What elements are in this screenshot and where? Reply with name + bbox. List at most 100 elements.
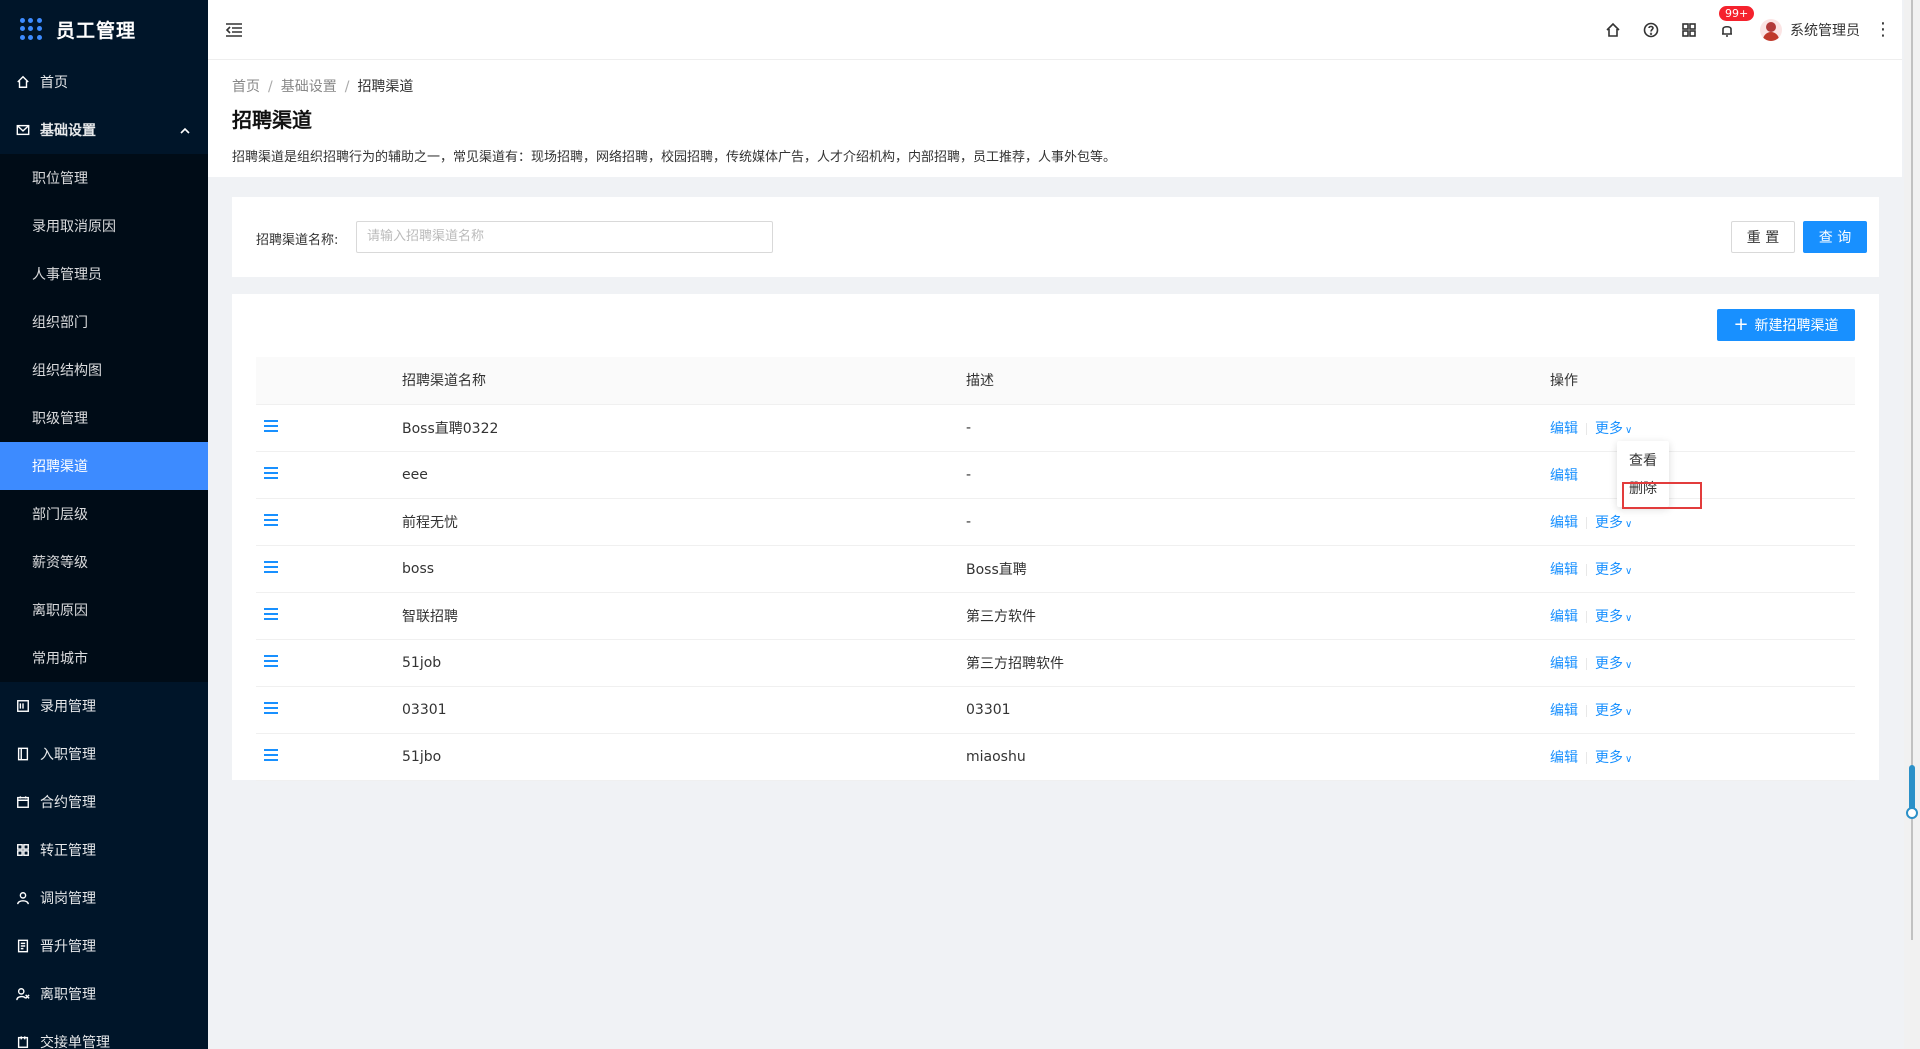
drag-column-header	[256, 357, 402, 405]
more-dropdown[interactable]: 更多 ∨	[1595, 609, 1632, 625]
channel-desc-cell: 第三方软件	[966, 592, 1550, 640]
drag-handle-icon[interactable]	[264, 748, 278, 761]
sidebar-item-org-chart[interactable]: 组织结构图	[0, 346, 208, 394]
sidebar-item-dept-level[interactable]: 部门层级	[0, 490, 208, 538]
more-vertical-icon[interactable]: ⋮	[1874, 21, 1892, 39]
edit-link[interactable]: 编辑	[1550, 515, 1578, 531]
home-icon	[16, 75, 30, 89]
drag-handle-icon[interactable]	[264, 513, 278, 526]
more-dropdown[interactable]: 更多 ∨	[1595, 656, 1632, 672]
menu-fold-icon[interactable]	[224, 20, 244, 40]
sidebar-item-position[interactable]: 职位管理	[0, 154, 208, 202]
sidebar-item-label: 离职管理	[40, 987, 96, 1003]
mail-icon	[16, 123, 30, 137]
edit-link[interactable]: 编辑	[1550, 468, 1578, 484]
drag-handle-icon[interactable]	[264, 654, 278, 667]
sidebar-item-transfer[interactable]: 调岗管理	[0, 874, 208, 922]
new-channel-button[interactable]: + 新建招聘渠道	[1717, 309, 1855, 341]
edit-link[interactable]: 编辑	[1550, 703, 1578, 719]
more-dropdown[interactable]: 更多 ∨	[1595, 421, 1632, 437]
page-header: 首页 / 基础设置 / 招聘渠道 招聘渠道 招聘渠道是组织招聘行为的辅助之一，常见渠道有…	[208, 60, 1902, 177]
query-button[interactable]: 查 询	[1803, 221, 1867, 253]
doc-icon	[16, 939, 30, 953]
basic-settings-submenu: 职位管理 录用取消原因 人事管理员 组织部门 组织结构图 职级管理 招聘渠道 部…	[0, 154, 208, 682]
more-dropdown[interactable]: 更多 ∨	[1595, 703, 1632, 719]
sidebar-item-salary-grade[interactable]: 薪资等级	[0, 538, 208, 586]
channel-desc-cell: -	[966, 451, 1550, 499]
highlight-box	[1622, 482, 1702, 509]
reset-button[interactable]: 重 置	[1731, 221, 1795, 253]
search-panel: 招聘渠道名称: 请输入招聘渠道名称 重 置 查 询	[232, 197, 1879, 277]
drag-handle-icon[interactable]	[264, 701, 278, 714]
edit-link[interactable]: 编辑	[1550, 656, 1578, 672]
breadcrumb: 首页 / 基础设置 / 招聘渠道	[232, 76, 413, 96]
user-menu[interactable]: 系统管理员 ⋮	[1760, 19, 1892, 41]
sidebar-item-rank[interactable]: 职级管理	[0, 394, 208, 442]
more-dropdown[interactable]: 更多 ∨	[1595, 515, 1632, 531]
table-row: boss Boss直聘 编辑 更多 ∨	[256, 545, 1855, 593]
actions-cell: 编辑 更多 ∨	[1550, 498, 1855, 546]
channel-desc-cell: 03301	[966, 686, 1550, 734]
breadcrumb-home[interactable]: 首页	[232, 79, 260, 95]
page-scrollbar[interactable]	[1904, 0, 1920, 1049]
chevron-down-icon: ∨	[1625, 565, 1633, 577]
sidebar-item-label: 调岗管理	[40, 891, 96, 907]
scrollbar-knob[interactable]	[1906, 807, 1918, 819]
actions-cell: 编辑 更多 ∨	[1550, 686, 1855, 734]
drag-handle-icon[interactable]	[264, 466, 278, 479]
sidebar-item-resignation[interactable]: 离职管理	[0, 970, 208, 1018]
sidebar-item-promotion[interactable]: 晋升管理	[0, 922, 208, 970]
help-icon[interactable]	[1641, 20, 1661, 40]
apps-icon[interactable]	[1679, 20, 1699, 40]
user-name: 系统管理员	[1790, 23, 1860, 39]
more-dropdown[interactable]: 更多 ∨	[1595, 562, 1632, 578]
user-icon	[16, 891, 30, 905]
table-panel: + 新建招聘渠道 招聘渠道名称 描述 操作 Boss直聘0322 - 编辑 更多 ∨…	[232, 294, 1879, 781]
sidebar-item-onboarding[interactable]: 入职管理	[0, 730, 208, 778]
sidebar-item-common-city[interactable]: 常用城市	[0, 634, 208, 682]
dropdown-item-view[interactable]: 查看	[1617, 447, 1669, 475]
sidebar-item-label: 交接单管理	[40, 1035, 110, 1049]
more-label: 更多	[1595, 561, 1623, 578]
drag-handle-icon[interactable]	[264, 419, 278, 432]
table-row: 51job 第三方招聘软件 编辑 更多 ∨	[256, 639, 1855, 687]
sidebar-item-handover[interactable]: 交接单管理	[0, 1018, 208, 1049]
sidebar-item-leave-reason[interactable]: 离职原因	[0, 586, 208, 634]
home-icon[interactable]	[1603, 20, 1623, 40]
table-row: 前程无忧 - 编辑 更多 ∨	[256, 498, 1855, 546]
sidebar-item-hiring[interactable]: 录用管理	[0, 682, 208, 730]
sidebar-item-basic-settings[interactable]: 基础设置	[0, 106, 208, 154]
sidebar-item-department[interactable]: 组织部门	[0, 298, 208, 346]
more-label: 更多	[1595, 749, 1623, 766]
edit-link[interactable]: 编辑	[1550, 609, 1578, 625]
more-dropdown[interactable]: 更多 ∨	[1595, 750, 1632, 766]
more-label: 更多	[1595, 514, 1623, 531]
more-label: 更多	[1595, 702, 1623, 719]
search-label: 招聘渠道名称:	[256, 233, 339, 248]
drag-handle-icon[interactable]	[264, 607, 278, 620]
hire-icon	[16, 699, 30, 713]
divider	[1586, 422, 1587, 435]
sidebar-item-recruit-channel[interactable]: 招聘渠道	[0, 442, 208, 490]
sidebar-item-contract[interactable]: 合约管理	[0, 778, 208, 826]
edit-link[interactable]: 编辑	[1550, 421, 1578, 437]
channel-name-input[interactable]: 请输入招聘渠道名称	[356, 221, 773, 253]
more-label: 更多	[1595, 608, 1623, 625]
actions-cell: 编辑 更多 ∨	[1550, 545, 1855, 593]
app-title: 员工管理	[56, 19, 137, 42]
edit-link[interactable]: 编辑	[1550, 562, 1578, 578]
sidebar-item-label: 首页	[40, 75, 68, 91]
divider	[1586, 704, 1587, 717]
sidebar-item-hr-admin[interactable]: 人事管理员	[0, 250, 208, 298]
bell-icon[interactable]: 99+	[1717, 6, 1755, 40]
sidebar-item-label: 基础设置	[40, 123, 96, 139]
sidebar-item-home[interactable]: 首页	[0, 58, 208, 106]
sidebar-item-cancel-reason[interactable]: 录用取消原因	[0, 202, 208, 250]
drag-handle-icon[interactable]	[264, 560, 278, 573]
edit-link[interactable]: 编辑	[1550, 750, 1578, 766]
sidebar-item-regularization[interactable]: 转正管理	[0, 826, 208, 874]
breadcrumb-basic-settings[interactable]: 基础设置	[281, 79, 337, 95]
channel-table: 招聘渠道名称 描述 操作 Boss直聘0322 - 编辑 更多 ∨ eee - 编辑…	[256, 357, 1855, 781]
apps-grid-icon	[20, 18, 42, 40]
top-header: 99+ 系统管理员 ⋮	[208, 0, 1902, 60]
